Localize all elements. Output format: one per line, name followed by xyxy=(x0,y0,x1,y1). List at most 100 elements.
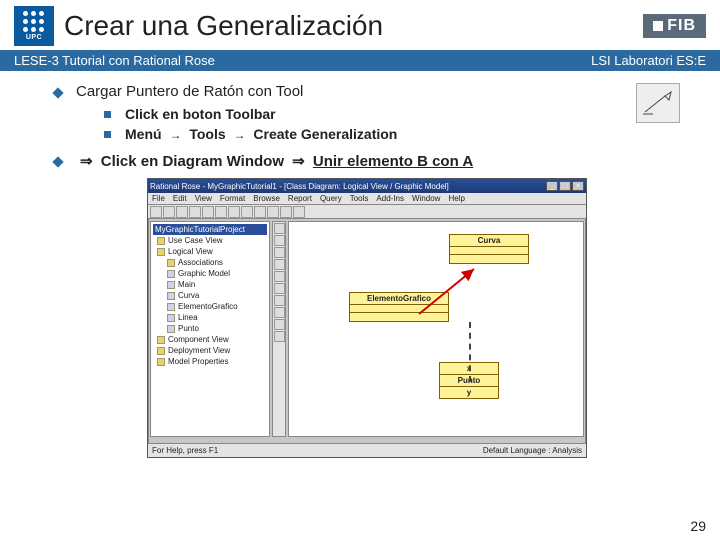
tool-button[interactable] xyxy=(274,271,285,282)
tree-item[interactable]: Graphic Model xyxy=(153,268,267,279)
menu-item-help[interactable]: Help xyxy=(448,194,464,203)
menu-path-create: Create Generalization xyxy=(253,126,397,142)
rose-toolbar[interactable] xyxy=(148,205,586,219)
square-bullet-icon xyxy=(104,131,111,138)
subtitle-bar: LESE-3 Tutorial con Rational Rose LSI La… xyxy=(0,50,720,71)
menu-item-edit[interactable]: Edit xyxy=(173,194,187,203)
tree-item-label: Punto xyxy=(178,324,199,333)
tree-item-label: Main xyxy=(178,280,195,289)
menu-item-query[interactable]: Query xyxy=(320,194,342,203)
tree-item-label: Curva xyxy=(178,291,199,300)
toolbar-button[interactable] xyxy=(150,206,162,218)
toolbar-button[interactable] xyxy=(176,206,188,218)
tree-item[interactable]: Logical View xyxy=(153,246,267,257)
upc-dots-icon xyxy=(23,11,45,33)
tree-item[interactable]: Model Properties xyxy=(153,356,267,367)
tree-item-label: Logical View xyxy=(168,247,213,256)
generalization-tool-icon xyxy=(636,83,680,123)
tree-item[interactable]: Linea xyxy=(153,312,267,323)
sub-bullet-1-text: Click en boton Toolbar xyxy=(125,106,276,122)
rose-status-bar: For Help, press F1 Default Language : An… xyxy=(148,443,586,457)
tree-item-label: Linea xyxy=(178,313,198,322)
folder-icon xyxy=(157,248,165,256)
diamond-bullet-icon xyxy=(52,156,63,167)
toolbar-button[interactable] xyxy=(189,206,201,218)
toolbar-button[interactable] xyxy=(163,206,175,218)
tool-button[interactable] xyxy=(274,247,285,258)
uml-class-c-line: y xyxy=(440,387,498,398)
tool-button[interactable] xyxy=(274,295,285,306)
tool-button[interactable] xyxy=(274,223,285,234)
uml-class-a[interactable]: Curva xyxy=(449,234,529,264)
tree-item[interactable]: Use Case View xyxy=(153,235,267,246)
tree-item[interactable]: Component View xyxy=(153,334,267,345)
tool-button[interactable] xyxy=(274,319,285,330)
tree-item[interactable]: Punto xyxy=(153,323,267,334)
tree-item[interactable]: Main xyxy=(153,279,267,290)
implies-icon: ⇒ xyxy=(292,153,305,170)
rose-body: MyGraphicTutorialProject Use Case ViewLo… xyxy=(148,219,586,439)
maximize-button[interactable]: □ xyxy=(559,181,571,191)
main-bullet-2-pre: Click en Diagram Window xyxy=(101,153,284,170)
rose-diagram-canvas[interactable]: Curva ElementoGrafico x Punto y xyxy=(288,221,584,437)
toolbar-button[interactable] xyxy=(215,206,227,218)
tool-button[interactable] xyxy=(274,307,285,318)
tree-item-label: Component View xyxy=(168,335,229,344)
rose-diagram-toolbar[interactable] xyxy=(272,221,286,437)
implies-icon: ⇒ xyxy=(80,153,93,170)
toolbar-button[interactable] xyxy=(293,206,305,218)
bar-left: LESE-3 Tutorial con Rational Rose xyxy=(14,53,215,68)
slide-header: UPC Crear una Generalización FIB xyxy=(0,0,720,50)
tree-item[interactable]: Deployment View xyxy=(153,345,267,356)
toolbar-button[interactable] xyxy=(267,206,279,218)
window-controls: _ □ × xyxy=(546,181,584,191)
tree-item[interactable]: Curva xyxy=(153,290,267,301)
tool-button[interactable] xyxy=(274,235,285,246)
menu-item-window[interactable]: Window xyxy=(412,194,440,203)
class-icon xyxy=(167,303,175,311)
dashed-connector-icon xyxy=(469,322,471,382)
menu-item-file[interactable]: File xyxy=(152,194,165,203)
fib-label: FIB xyxy=(667,17,696,35)
tree-item[interactable]: ElementoGrafico xyxy=(153,301,267,312)
folder-icon xyxy=(157,237,165,245)
header-left: UPC Crear una Generalización xyxy=(14,6,383,46)
menu-item-view[interactable]: View xyxy=(195,194,212,203)
menu-item-browse[interactable]: Browse xyxy=(253,194,280,203)
uml-class-b[interactable]: ElementoGrafico xyxy=(349,292,449,322)
toolbar-button[interactable] xyxy=(228,206,240,218)
arrow-right-icon: → xyxy=(234,128,246,142)
folder-icon xyxy=(157,347,165,355)
menu-item-add-ins[interactable]: Add-Ins xyxy=(376,194,404,203)
close-button[interactable]: × xyxy=(572,181,584,191)
class-icon xyxy=(167,292,175,300)
menu-item-report[interactable]: Report xyxy=(288,194,312,203)
tool-button[interactable] xyxy=(274,259,285,270)
sub-bullet-1: Click en boton Toolbar xyxy=(104,106,606,122)
rose-menubar[interactable]: File Edit View Format Browse Report Query Tools… xyxy=(148,193,586,205)
status-left: For Help, press F1 xyxy=(152,446,218,455)
class-icon xyxy=(167,325,175,333)
upc-logo: UPC xyxy=(14,6,54,46)
folder-icon xyxy=(157,358,165,366)
toolbar-button[interactable] xyxy=(254,206,266,218)
minimize-button[interactable]: _ xyxy=(546,181,558,191)
tree-root[interactable]: MyGraphicTutorialProject xyxy=(153,224,267,235)
tree-item[interactable]: Associations xyxy=(153,257,267,268)
uml-class-b-name: ElementoGrafico xyxy=(350,293,448,305)
toolbar-button[interactable] xyxy=(280,206,292,218)
bullet-row-1: Cargar Puntero de Ratón con Tool Click e… xyxy=(54,83,680,146)
fib-square-icon xyxy=(653,21,663,31)
rose-titlebar: Rational Rose - MyGraphicTutorial1 - [Cl… xyxy=(148,179,586,193)
menu-item-tools[interactable]: Tools xyxy=(350,194,369,203)
toolbar-button[interactable] xyxy=(202,206,214,218)
tool-button[interactable] xyxy=(274,331,285,342)
rose-browser-tree[interactable]: MyGraphicTutorialProject Use Case ViewLo… xyxy=(150,221,270,437)
main-bullet-2-post: Unir elemento B con A xyxy=(313,153,473,170)
main-bullet-1-text: Cargar Puntero de Ratón con Tool xyxy=(76,83,303,100)
menu-item-format[interactable]: Format xyxy=(220,194,245,203)
toolbar-button[interactable] xyxy=(241,206,253,218)
square-bullet-icon xyxy=(104,111,111,118)
sub-bullet-2-path: Menú → Tools → Create Generalization xyxy=(125,126,397,142)
tool-button[interactable] xyxy=(274,283,285,294)
